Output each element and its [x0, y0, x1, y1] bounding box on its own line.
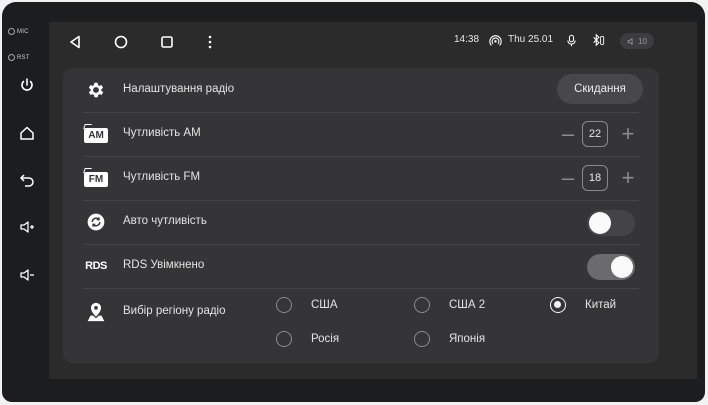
home-icon	[20, 126, 34, 140]
region-option-russia[interactable]: Росія	[276, 328, 339, 350]
fm-increase-button[interactable]: +	[617, 165, 639, 191]
auto-sensitivity-toggle[interactable]	[587, 210, 635, 236]
auto-sensitivity-icon	[84, 210, 108, 234]
radio-settings-screen: 14:38 Thu 25.01 10 Налаштування радіо Ск…	[49, 22, 697, 379]
volume-up-icon	[20, 221, 34, 233]
fm-sensitivity-stepper: – 18 +	[557, 165, 639, 191]
reset-button[interactable]: Скидання	[557, 74, 643, 104]
fm-sensitivity-row: FM Чутливість FM – 18 +	[83, 156, 639, 201]
radio-button	[414, 331, 430, 347]
radio-settings-panel: Налаштування радіо Скидання AM Чутливіст…	[63, 68, 659, 363]
power-button[interactable]	[16, 74, 38, 96]
gear-icon	[84, 78, 108, 102]
nav-back-button[interactable]	[65, 32, 85, 52]
radio-button-selected	[550, 297, 566, 313]
hardware-bezel: MIC RST	[2, 2, 52, 402]
nav-recents-button[interactable]	[157, 32, 177, 52]
fm-sensitivity-label: Чутливість FM	[123, 171, 201, 183]
head-unit-device: MIC RST 14:38 Thu 25.01 10 Налаштування …	[2, 2, 705, 402]
power-icon	[21, 78, 33, 91]
auto-sensitivity-label: Авто чутливість	[123, 215, 207, 227]
mic-indicator: MIC	[8, 28, 29, 35]
region-option-label: США	[311, 299, 338, 311]
rds-label: RDS Увімкнено	[123, 259, 205, 271]
region-option-label: США 2	[449, 299, 486, 311]
region-option-usa[interactable]: США	[276, 294, 338, 316]
radio-button	[276, 331, 292, 347]
hotspot-icon	[487, 32, 503, 48]
toggle-knob	[589, 212, 611, 234]
volume-indicator[interactable]: 10	[620, 33, 654, 49]
volume-value: 10	[638, 36, 647, 46]
nav-menu-button[interactable]	[200, 32, 220, 52]
back-icon	[19, 174, 34, 187]
nav-home-button[interactable]	[111, 32, 131, 52]
rds-toggle[interactable]	[587, 254, 635, 280]
radio-button	[414, 297, 430, 313]
map-pin-icon	[84, 300, 108, 324]
region-option-china[interactable]: Китай	[550, 294, 616, 316]
volume-icon	[627, 37, 633, 45]
am-radio-icon: AM	[83, 122, 108, 146]
rst-label: RST	[17, 55, 30, 62]
am-sensitivity-stepper: – 22 +	[557, 121, 639, 147]
radio-button	[276, 297, 292, 313]
toggle-knob	[611, 256, 633, 278]
fm-decrease-button[interactable]: –	[557, 165, 579, 191]
rds-row: RDS RDS Увімкнено	[84, 244, 639, 289]
am-increase-button[interactable]: +	[617, 121, 639, 147]
settings-title-row: Налаштування радіо Скидання	[84, 68, 643, 113]
fm-sensitivity-value: 18	[582, 165, 608, 191]
rds-icon: RDS	[85, 260, 107, 272]
region-option-label: Китай	[585, 299, 617, 311]
region-option-japan[interactable]: Японія	[414, 328, 485, 350]
volume-down-icon	[20, 269, 34, 281]
status-time: 14:38	[454, 34, 480, 45]
home-hw-button[interactable]	[16, 122, 38, 144]
am-sensitivity-label: Чутливість АМ	[123, 127, 201, 139]
recents-icon	[161, 36, 173, 48]
region-option-label: Росія	[311, 333, 340, 345]
region-option-label: Японія	[449, 333, 486, 345]
mic-label: MIC	[17, 29, 29, 36]
region-option-usa-2[interactable]: США 2	[414, 294, 485, 316]
bluetooth-icon	[590, 32, 606, 48]
status-date: Thu 25.01	[508, 34, 554, 45]
am-sensitivity-row: AM Чутливість АМ – 22 +	[83, 112, 639, 157]
back-icon	[70, 35, 80, 49]
menu-icon	[208, 35, 212, 49]
am-decrease-button[interactable]: –	[557, 121, 579, 147]
radio-region-row: Вибір регіону радіо США США 2 Китай Росі…	[84, 292, 639, 358]
reset-indicator[interactable]: RST	[8, 54, 30, 61]
home-icon	[114, 35, 128, 49]
radio-region-label: Вибір регіону радіо	[123, 305, 226, 317]
am-sensitivity-value: 22	[582, 121, 608, 147]
volume-down-button[interactable]	[16, 264, 38, 286]
volume-up-button[interactable]	[16, 216, 38, 238]
settings-title: Налаштування радіо	[123, 83, 235, 95]
auto-sensitivity-row: Авто чутливість	[84, 200, 639, 245]
back-hw-button[interactable]	[16, 168, 38, 190]
fm-radio-icon: FM	[83, 166, 108, 190]
mic-icon	[563, 32, 579, 48]
status-bar: 14:38 Thu 25.01 10	[49, 22, 697, 60]
